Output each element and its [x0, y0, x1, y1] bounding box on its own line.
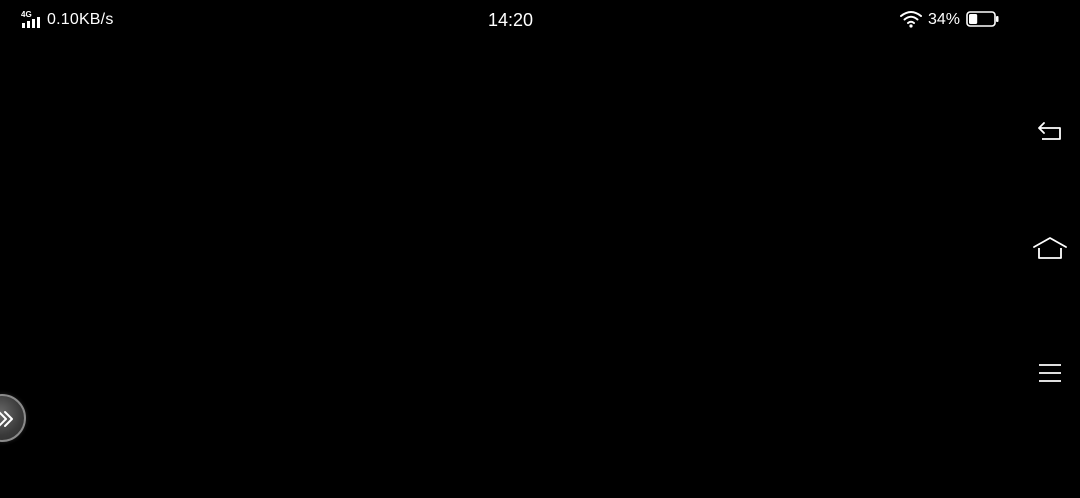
wifi-icon [900, 11, 922, 28]
back-icon [1038, 122, 1061, 140]
battery-level-fill [969, 14, 978, 24]
double-chevron-icon [0, 411, 13, 427]
battery-icon [966, 11, 999, 27]
menu-button[interactable] [1028, 351, 1072, 395]
home-button[interactable] [1028, 226, 1072, 270]
home-icon [1033, 237, 1067, 259]
status-bar: 4G 0.10KB/s 14:20 34% [0, 0, 1080, 40]
navigation-bar [1020, 40, 1080, 498]
clock: 14:20 [487, 10, 534, 30]
menu-icon [1039, 364, 1061, 382]
back-button[interactable] [1028, 109, 1072, 153]
battery-percent: 34% [928, 11, 961, 28]
floating-assist-ball[interactable] [0, 394, 26, 442]
